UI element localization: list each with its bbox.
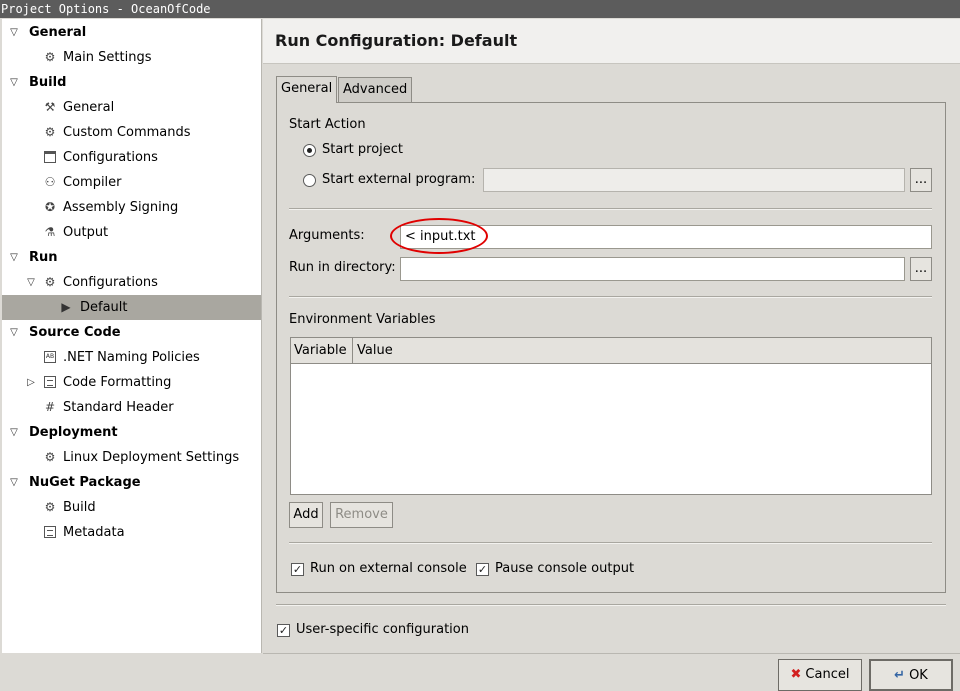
hash-icon: # (44, 400, 56, 414)
tree-item-default[interactable]: ▶ Default (2, 295, 261, 320)
tree-item-compiler[interactable]: ⚇ Compiler (2, 170, 261, 195)
footer-separator (263, 653, 960, 654)
env-vars-header: Variable Value (291, 338, 931, 364)
env-vars-heading: Environment Variables (289, 312, 436, 327)
start-project-radio[interactable] (303, 144, 316, 157)
run-directory-label: Run in directory: (289, 260, 396, 275)
start-external-radio[interactable] (303, 174, 316, 187)
tree-item-output[interactable]: ⚗ Output (2, 220, 261, 245)
add-variable-button[interactable]: Add (289, 502, 323, 528)
tree-item-custom-commands[interactable]: ⚙ Custom Commands (2, 120, 261, 145)
arguments-label: Arguments: (289, 228, 365, 243)
user-specific-label[interactable]: User-specific configuration (296, 622, 469, 637)
tree-group-source-code[interactable]: ▽ Source Code (2, 320, 261, 345)
tree-item-naming-policies[interactable]: AB .NET Naming Policies (2, 345, 261, 370)
expander-down-icon[interactable]: ▽ (8, 320, 20, 345)
expander-right-icon[interactable]: ▷ (25, 370, 37, 395)
tree-group-general[interactable]: ▽ General (2, 20, 261, 45)
tree-item-run-configurations[interactable]: ▽ ⚙ Configurations (2, 270, 261, 295)
page-header: Run Configuration: Default (263, 19, 960, 64)
separator (289, 542, 932, 544)
compiler-icon: ⚇ (44, 175, 56, 189)
tab-general[interactable]: General (276, 76, 338, 103)
ok-button[interactable]: ↵ OK (869, 659, 953, 691)
gear-icon: ⚙ (44, 450, 56, 464)
tree-item-code-formatting[interactable]: ▷ Code Formatting (2, 370, 261, 395)
cancel-icon: ✖ (790, 667, 802, 682)
tree-item-nuget-build[interactable]: ⚙ Build (2, 495, 261, 520)
tree-item-assembly-signing[interactable]: ✪ Assembly Signing (2, 195, 261, 220)
hammer-icon: ⚒ (44, 100, 56, 114)
cancel-button[interactable]: ✖ Cancel (778, 659, 862, 691)
separator (276, 604, 946, 606)
naming-icon: AB (42, 345, 58, 370)
ok-label: OK (909, 668, 928, 683)
user-specific-checkbox[interactable]: ✓ (277, 624, 290, 637)
document-icon (42, 520, 58, 545)
env-vars-table[interactable]: Variable Value (290, 337, 932, 495)
document-icon (42, 370, 58, 395)
expander-down-icon[interactable]: ▽ (25, 270, 37, 295)
seal-check-icon: ✪ (44, 200, 56, 214)
external-console-label[interactable]: Run on external console (310, 561, 467, 576)
tree-item-main-settings[interactable]: ⚙ Main Settings (2, 45, 261, 70)
run-directory-field[interactable] (400, 257, 905, 281)
tree-group-nuget[interactable]: ▽ NuGet Package (2, 470, 261, 495)
external-program-field[interactable] (483, 168, 905, 192)
column-value[interactable]: Value (354, 338, 393, 363)
tree-item-linux-deployment[interactable]: ⚙ Linux Deployment Settings (2, 445, 261, 470)
column-variable[interactable]: Variable (291, 338, 353, 363)
expander-down-icon[interactable]: ▽ (8, 420, 20, 445)
cancel-label: Cancel (805, 667, 850, 682)
start-project-label[interactable]: Start project (322, 142, 403, 157)
tree-item-build-configurations[interactable]: Configurations (2, 145, 261, 170)
separator (289, 208, 932, 210)
external-console-checkbox[interactable]: ✓ (291, 563, 304, 576)
expander-down-icon[interactable]: ▽ (8, 20, 20, 45)
gear-icon: ⚙ (44, 500, 56, 514)
options-tree: ▽ General ⚙ Main Settings ▽ Build ⚒ Gene… (2, 19, 262, 653)
page-title: Run Configuration: Default (275, 31, 518, 50)
tree-group-deployment[interactable]: ▽ Deployment (2, 420, 261, 445)
tree-item-build-general[interactable]: ⚒ General (2, 95, 261, 120)
gear-icon: ⚙ (44, 125, 56, 139)
separator (289, 296, 932, 298)
tree-group-build[interactable]: ▽ Build (2, 70, 261, 95)
pause-output-label[interactable]: Pause console output (495, 561, 634, 576)
play-icon: ▶ (61, 300, 71, 314)
tree-group-run[interactable]: ▽ Run (2, 245, 261, 270)
expander-down-icon[interactable]: ▽ (8, 245, 20, 270)
start-action-heading: Start Action (289, 117, 366, 132)
pause-output-checkbox[interactable]: ✓ (476, 563, 489, 576)
flask-icon: ⚗ (44, 225, 56, 239)
remove-variable-button[interactable]: Remove (330, 502, 393, 528)
tree-item-nuget-metadata[interactable]: Metadata (2, 520, 261, 545)
gear-icon: ⚙ (44, 50, 56, 64)
gear-icon: ⚙ (44, 275, 56, 289)
expander-down-icon[interactable]: ▽ (8, 70, 20, 95)
expander-down-icon[interactable]: ▽ (8, 470, 20, 495)
run-directory-browse-button[interactable]: ... (910, 257, 932, 281)
start-external-label[interactable]: Start external program: (322, 172, 475, 187)
ok-icon: ↵ (894, 668, 906, 683)
window-icon (42, 145, 58, 170)
tab-advanced[interactable]: Advanced (338, 77, 413, 103)
tree-item-standard-header[interactable]: # Standard Header (2, 395, 261, 420)
external-browse-button[interactable]: ... (910, 168, 932, 192)
arguments-field[interactable]: < input.txt (400, 225, 932, 249)
window-title: Project Options - OceanOfCode (0, 0, 960, 18)
